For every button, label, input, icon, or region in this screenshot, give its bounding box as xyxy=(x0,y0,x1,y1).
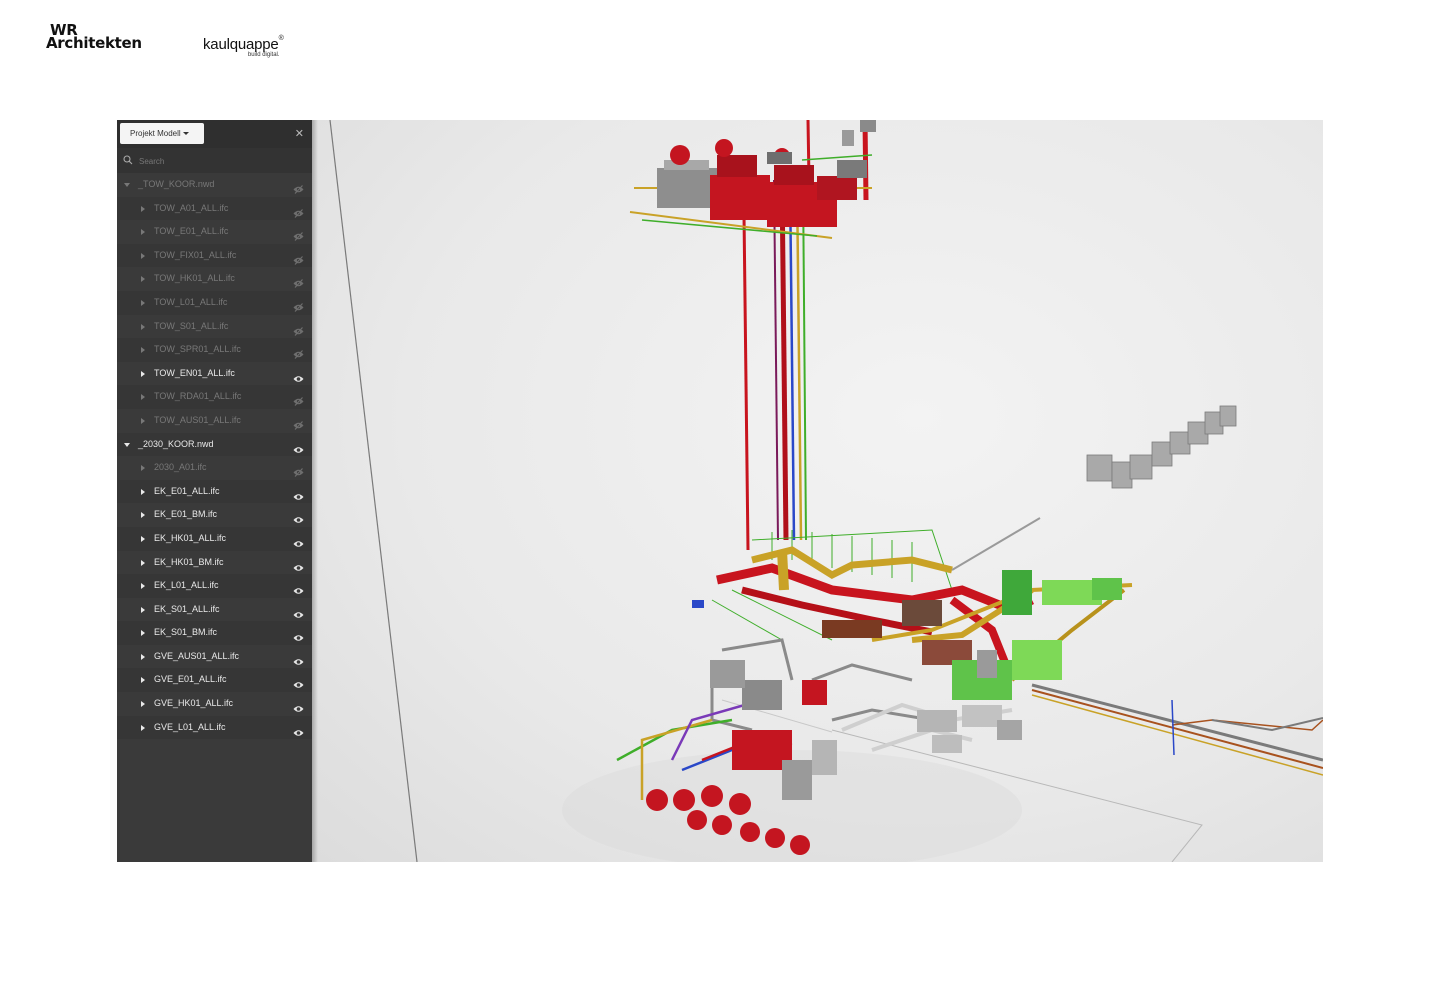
tree-item-label: EK_HK01_ALL.ifc xyxy=(154,532,227,543)
tree-item-label: TOW_SPR01_ALL.ifc xyxy=(154,344,241,355)
caret-right-icon[interactable] xyxy=(141,535,145,542)
caret-right-icon[interactable] xyxy=(141,229,145,236)
tree-item-label: TOW_FIX01_ALL.ifc xyxy=(154,249,237,260)
model-dropdown-label: Projekt Modell xyxy=(130,129,181,138)
tree-item-label: EK_HK01_BM.ifc xyxy=(154,556,224,567)
tree-item-label: EK_S01_ALL.ifc xyxy=(154,603,220,614)
caret-down-icon[interactable] xyxy=(124,183,130,187)
caret-right-icon[interactable] xyxy=(141,252,145,259)
tree-item[interactable]: EK_S01_BM.ifc xyxy=(117,621,312,645)
eye-icon[interactable] xyxy=(293,723,304,747)
caret-right-icon[interactable] xyxy=(141,724,145,731)
tree-item-label: TOW_AUS01_ALL.ifc xyxy=(154,414,241,425)
tree-item[interactable]: 2030_A01.ifc xyxy=(117,456,312,480)
caret-right-icon[interactable] xyxy=(141,677,145,684)
bim-viewer-screenshot: Projekt Modell ✕ _TOW_KOOR.nwd TOW_A01_AL… xyxy=(117,120,1323,862)
3d-model-viewport[interactable] xyxy=(312,120,1323,862)
tree-item-label: GVE_HK01_ALL.ifc xyxy=(154,698,234,709)
tree-item[interactable]: TOW_EN01_ALL.ifc xyxy=(117,362,312,386)
caret-right-icon[interactable] xyxy=(141,323,145,330)
tree-item-label: TOW_HK01_ALL.ifc xyxy=(154,273,235,284)
caret-right-icon[interactable] xyxy=(141,559,145,566)
kaulquappe-name: kaulquappe xyxy=(203,36,279,53)
tree-item[interactable]: EK_E01_ALL.ifc xyxy=(117,479,312,504)
panel-shadow xyxy=(312,120,318,862)
search-row xyxy=(117,148,312,173)
tree-item[interactable]: GVE_HK01_ALL.ifc xyxy=(117,692,312,716)
tree-item-label: TOW_A01_ALL.ifc xyxy=(154,202,229,213)
tree-item[interactable]: TOW_S01_ALL.ifc xyxy=(117,315,312,339)
tree-item[interactable]: EK_HK01_BM.ifc xyxy=(117,551,312,575)
tree-item-label: EK_S01_BM.ifc xyxy=(154,627,218,638)
panel-header: Projekt Modell ✕ xyxy=(117,120,312,148)
tree-item[interactable]: TOW_L01_ALL.ifc xyxy=(117,290,312,315)
tree-item[interactable]: TOW_RDA01_ALL.ifc xyxy=(117,385,312,409)
tree-item-label: _TOW_KOOR.nwd xyxy=(138,179,215,189)
tree-item[interactable]: EK_HK01_ALL.ifc xyxy=(117,526,312,551)
tree-item-label: EK_L01_ALL.ifc xyxy=(154,580,219,591)
registered-mark: ® xyxy=(278,35,284,42)
model-tree-panel: Projekt Modell ✕ _TOW_KOOR.nwd TOW_A01_AL… xyxy=(117,120,312,862)
tree-item-label: TOW_E01_ALL.ifc xyxy=(154,226,229,237)
tree-item[interactable]: TOW_HK01_ALL.ifc xyxy=(117,267,312,291)
tree-item-label: EK_E01_BM.ifc xyxy=(154,509,218,520)
close-icon[interactable]: ✕ xyxy=(295,127,304,140)
caret-right-icon[interactable] xyxy=(141,465,145,472)
caret-right-icon[interactable] xyxy=(141,417,145,424)
tree-item[interactable]: TOW_A01_ALL.ifc xyxy=(117,196,312,221)
wr-logo-line2: Architekten xyxy=(46,34,142,52)
caret-right-icon[interactable] xyxy=(141,276,145,283)
caret-right-icon[interactable] xyxy=(141,606,145,613)
caret-down-icon xyxy=(182,132,189,136)
search-input[interactable] xyxy=(137,151,306,171)
tree-item[interactable]: GVE_AUS01_ALL.ifc xyxy=(117,645,312,669)
tree-item-label: GVE_L01_ALL.ifc xyxy=(154,721,226,732)
tree-item[interactable]: TOW_FIX01_ALL.ifc xyxy=(117,243,312,268)
caret-right-icon[interactable] xyxy=(141,488,145,495)
model-tree: _TOW_KOOR.nwd TOW_A01_ALL.ifc TOW_E01_ALL.… xyxy=(117,173,312,740)
caret-right-icon[interactable] xyxy=(141,205,145,212)
tree-item[interactable]: TOW_SPR01_ALL.ifc xyxy=(117,338,312,362)
tree-item[interactable]: _2030_KOOR.nwd xyxy=(117,432,312,457)
caret-right-icon[interactable] xyxy=(141,394,145,401)
caret-down-icon[interactable] xyxy=(124,442,130,447)
tree-item-label: TOW_RDA01_ALL.ifc xyxy=(154,391,242,402)
tree-item-label: GVE_E01_ALL.ifc xyxy=(154,674,227,685)
caret-right-icon[interactable] xyxy=(141,370,145,377)
model-dropdown[interactable]: Projekt Modell xyxy=(120,123,204,144)
caret-right-icon[interactable] xyxy=(141,653,145,660)
tree-item-label: TOW_EN01_ALL.ifc xyxy=(154,367,235,378)
tree-item-label: TOW_S01_ALL.ifc xyxy=(154,320,229,331)
tree-item[interactable]: EK_S01_ALL.ifc xyxy=(117,598,312,622)
caret-right-icon[interactable] xyxy=(141,701,145,708)
tree-item[interactable]: GVE_L01_ALL.ifc xyxy=(117,715,312,740)
caret-right-icon[interactable] xyxy=(141,347,145,354)
kaulquappe-logo: kaulquappe® build digital. xyxy=(203,35,284,58)
tree-item[interactable]: GVE_E01_ALL.ifc xyxy=(117,668,312,693)
tree-item[interactable]: EK_E01_BM.ifc xyxy=(117,503,312,527)
tree-item-label: _2030_KOOR.nwd xyxy=(138,438,214,449)
tree-item-label: TOW_L01_ALL.ifc xyxy=(154,296,228,307)
search-icon xyxy=(123,155,133,165)
tree-item-label: 2030_A01.ifc xyxy=(154,462,207,473)
caret-right-icon[interactable] xyxy=(141,299,145,306)
tree-item[interactable]: EK_L01_ALL.ifc xyxy=(117,574,312,598)
tree-item-label: GVE_AUS01_ALL.ifc xyxy=(154,650,240,661)
wr-architekten-logo: WR Architekten xyxy=(46,23,142,52)
caret-right-icon[interactable] xyxy=(141,512,145,519)
tree-item-label: EK_E01_ALL.ifc xyxy=(154,485,220,496)
caret-right-icon[interactable] xyxy=(141,583,145,590)
3d-model-rendering xyxy=(329,120,1323,862)
tree-item[interactable]: _TOW_KOOR.nwd xyxy=(117,173,312,197)
tree-item[interactable]: TOW_AUS01_ALL.ifc xyxy=(117,409,312,433)
tree-item[interactable]: TOW_E01_ALL.ifc xyxy=(117,220,312,244)
caret-right-icon[interactable] xyxy=(141,630,145,637)
